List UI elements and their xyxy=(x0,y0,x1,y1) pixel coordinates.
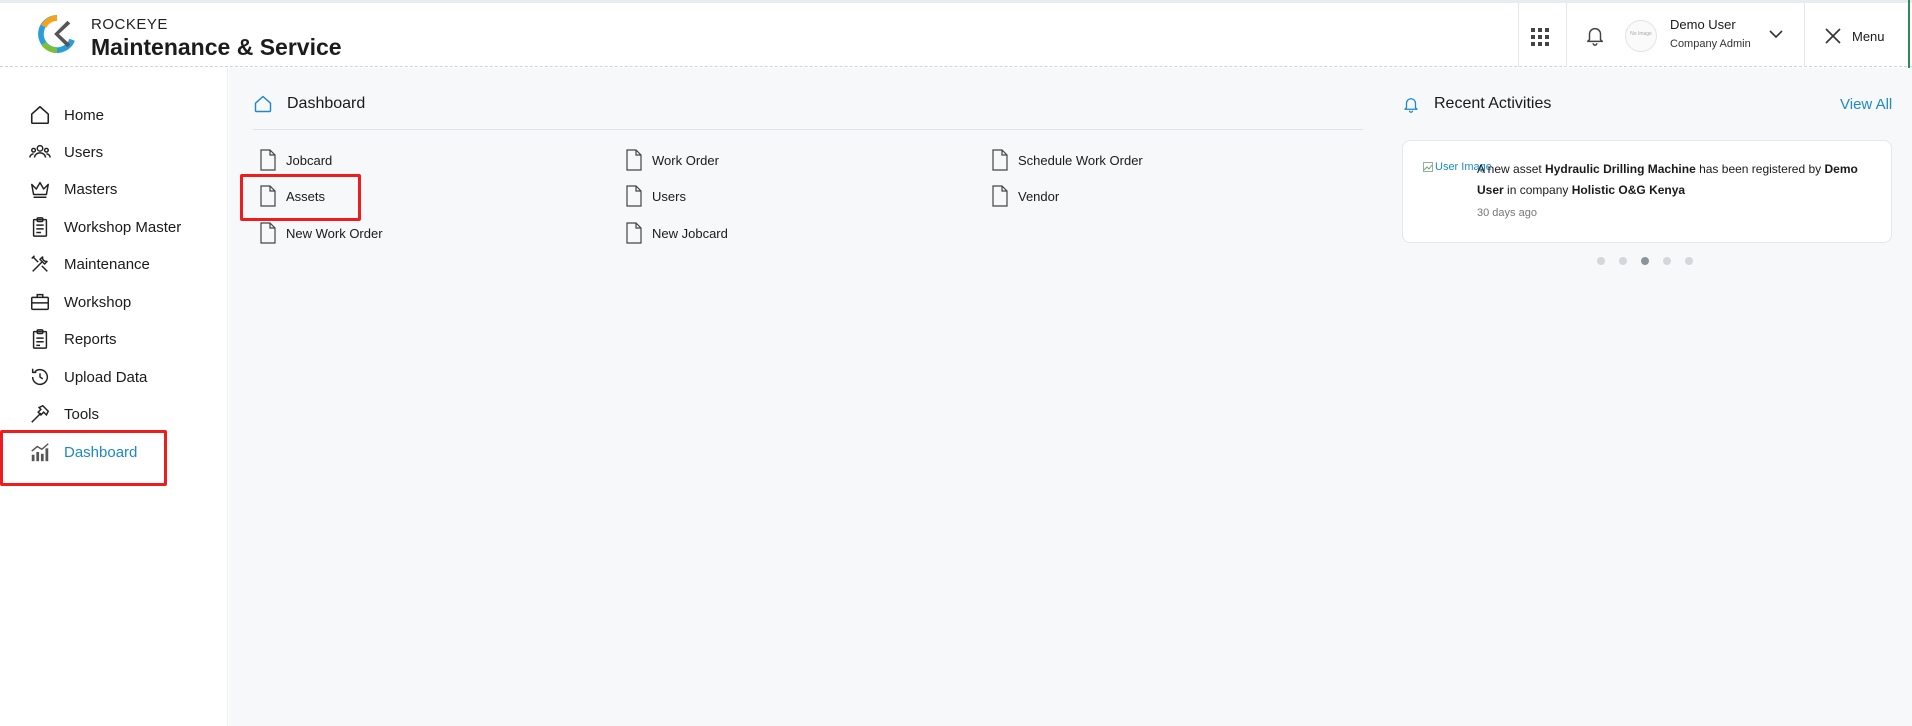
sidebar-item-workshop[interactable]: Workshop xyxy=(28,288,131,316)
sidebar-item-label: Users xyxy=(64,143,104,161)
sidebar-item-reports[interactable]: Reports xyxy=(28,325,117,353)
divider xyxy=(253,129,1363,130)
crown-icon xyxy=(28,177,52,201)
sidebar-item-upload-data[interactable]: Upload Data xyxy=(28,363,147,391)
recent-activities-header: Recent Activities xyxy=(1402,94,1551,114)
sidebar-item-label: Tools xyxy=(64,405,100,423)
view-all-link[interactable]: View All xyxy=(1840,96,1892,113)
users-icon xyxy=(28,140,52,164)
header-divider xyxy=(1566,3,1567,67)
document-icon xyxy=(260,222,276,244)
link-new-jobcard[interactable]: New Jobcard xyxy=(624,221,728,245)
sidebar-item-maintenance[interactable]: Maintenance xyxy=(28,250,150,278)
rockeye-logo[interactable] xyxy=(38,15,76,53)
link-schedule-work-order[interactable]: Schedule Work Order xyxy=(990,148,1143,172)
clipboard-icon xyxy=(28,215,52,239)
menu-button[interactable]: Menu xyxy=(1824,25,1885,47)
link-new-work-order[interactable]: New Work Order xyxy=(258,221,383,245)
user-name: Demo User xyxy=(1670,17,1736,32)
close-icon xyxy=(1825,28,1841,44)
sidebar-item-label: Dashboard xyxy=(64,443,138,461)
sidebar-item-label: Masters xyxy=(64,180,118,198)
activity-text: A new asset Hydraulic Drilling Machine h… xyxy=(1477,162,1858,197)
sidebar-item-tools[interactable]: Tools xyxy=(28,400,99,428)
activity-card: User Image A new asset Hydraulic Drillin… xyxy=(1402,140,1892,243)
link-jobcard[interactable]: Jobcard xyxy=(258,148,332,172)
document-icon xyxy=(992,185,1008,207)
sidebar-item-users[interactable]: Users xyxy=(28,138,103,166)
document-icon xyxy=(260,185,276,207)
sidebar-item-label: Home xyxy=(64,106,105,124)
dashboard-header: Dashboard xyxy=(253,94,365,114)
brand-name: ROCKEYE xyxy=(91,16,168,33)
home-icon xyxy=(28,103,52,127)
link-users[interactable]: Users xyxy=(624,184,686,208)
sidebar-item-label: Reports xyxy=(64,330,117,348)
home-icon xyxy=(254,95,272,113)
carousel-dot[interactable] xyxy=(1663,257,1671,265)
sidebar-item-workshop-master[interactable]: Workshop Master xyxy=(28,213,181,241)
tools-icon xyxy=(28,252,52,276)
report-icon xyxy=(28,327,52,351)
apps-grid-icon[interactable] xyxy=(1528,25,1552,49)
carousel-dot[interactable] xyxy=(1597,257,1605,265)
sidebar-item-label: Maintenance xyxy=(64,255,150,273)
history-icon xyxy=(28,365,52,389)
document-icon xyxy=(992,149,1008,171)
briefcase-icon xyxy=(28,290,52,314)
carousel-dot[interactable] xyxy=(1641,257,1649,265)
header-divider xyxy=(1518,3,1519,67)
chart-icon xyxy=(28,440,52,464)
hammer-icon xyxy=(28,402,52,426)
link-work-order[interactable]: Work Order xyxy=(624,148,719,172)
sidebar: Home Users Masters Workshop Master Maint… xyxy=(0,68,228,726)
avatar[interactable]: No Image xyxy=(1625,20,1657,52)
document-icon xyxy=(626,185,642,207)
header-divider xyxy=(1804,3,1805,67)
sidebar-item-label: Workshop Master xyxy=(64,218,182,236)
broken-image-icon xyxy=(1423,162,1433,172)
notification-bell-icon xyxy=(1404,98,1418,113)
app-title: Maintenance & Service xyxy=(91,34,342,60)
page-title: Dashboard xyxy=(287,95,366,112)
carousel-dots xyxy=(1597,257,1693,265)
sidebar-item-label: Workshop xyxy=(64,293,132,311)
document-icon xyxy=(260,149,276,171)
section-title: Recent Activities xyxy=(1434,95,1552,112)
app-header: ROCKEYE Maintenance & Service No Image D… xyxy=(0,3,1912,67)
document-icon xyxy=(626,149,642,171)
menu-label: Menu xyxy=(1852,28,1885,44)
sidebar-item-label: Upload Data xyxy=(64,368,148,386)
carousel-dot[interactable] xyxy=(1619,257,1627,265)
activity-timestamp: 30 days ago xyxy=(1477,207,1537,219)
sidebar-item-dashboard[interactable]: Dashboard xyxy=(28,438,137,466)
user-role: Company Admin xyxy=(1670,38,1751,50)
notification-bell-icon[interactable] xyxy=(1584,23,1606,47)
link-assets[interactable]: Assets xyxy=(258,184,325,208)
sidebar-item-home[interactable]: Home xyxy=(28,101,104,129)
sidebar-item-masters[interactable]: Masters xyxy=(28,175,117,203)
link-vendor[interactable]: Vendor xyxy=(990,184,1059,208)
chevron-down-icon[interactable] xyxy=(1768,28,1784,40)
document-icon xyxy=(626,222,642,244)
carousel-dot[interactable] xyxy=(1685,257,1693,265)
